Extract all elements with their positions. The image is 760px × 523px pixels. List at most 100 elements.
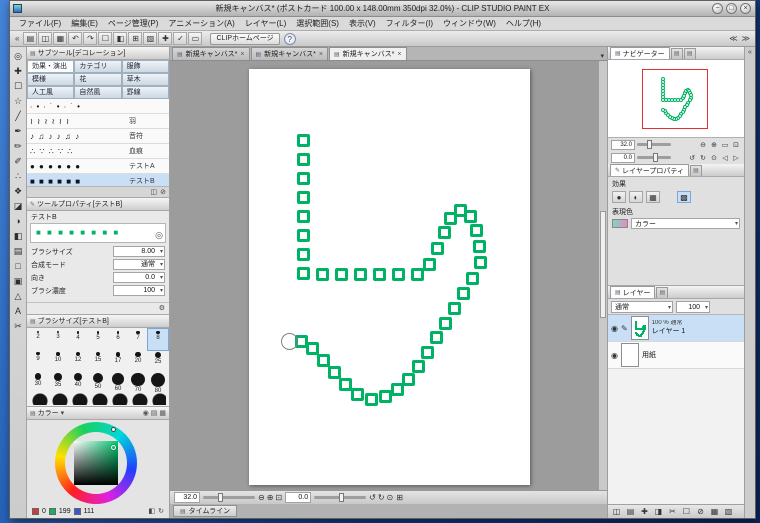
tab-stub[interactable]: ▤: [689, 165, 702, 176]
navigator-rotate-icon[interactable]: ↺: [687, 154, 697, 162]
brush-size-cell-35[interactable]: 35: [48, 371, 68, 392]
navigator-zoom-icon[interactable]: ▭: [720, 141, 730, 149]
canvas-viewport[interactable]: [170, 61, 607, 490]
frame-tool[interactable]: ▣: [11, 274, 26, 289]
category-tab[interactable]: 人工風: [27, 86, 75, 99]
menu-item[interactable]: ファイル(F): [14, 18, 66, 29]
tab-list-caret-icon[interactable]: ▾: [600, 52, 604, 60]
sv-marker[interactable]: [111, 445, 116, 450]
command-icon[interactable]: ▧: [143, 32, 158, 45]
navigator-rotate-icon[interactable]: ◁: [720, 154, 730, 162]
zoom-tool[interactable]: ◎: [11, 49, 26, 64]
brush-row[interactable]: ≀ ≀ ≀ ≀ ≀ ≀ 羽: [27, 114, 169, 129]
category-tab[interactable]: 罫線: [121, 86, 169, 99]
tab-navigator[interactable]: ▤ ナビゲーター: [610, 47, 670, 59]
brush-row-selected[interactable]: ■ ■ ■ ■ ■ ■ テストB: [27, 174, 169, 186]
zoom-button-icon[interactable]: ⊡: [275, 492, 282, 504]
navigator-rotation-value[interactable]: 0.0: [611, 152, 635, 163]
command-icon[interactable]: ◫: [38, 32, 53, 45]
caret-down-icon[interactable]: ▾: [160, 287, 163, 296]
brush-size-cell-50[interactable]: 50: [88, 371, 108, 392]
navigator-rotate-icon[interactable]: ↻: [698, 154, 708, 162]
brush-size-cell-9[interactable]: 9: [28, 350, 48, 371]
fill-tool[interactable]: ◧: [11, 229, 26, 244]
navigator-zoom-value[interactable]: 32.0: [611, 139, 635, 150]
brush-row[interactable]: ♪ ♫ ♪ ♪ ♫ ♪ 音符: [27, 129, 169, 144]
tab-close-icon[interactable]: ×: [397, 51, 401, 58]
command-icon[interactable]: ▦: [53, 32, 68, 45]
brush-size-cell-2[interactable]: 2: [28, 329, 48, 350]
color-header[interactable]: ▤ カラー ▾ ◉ ▤ ▦: [27, 407, 169, 420]
brush-size-cell-6[interactable]: 6: [108, 329, 128, 350]
tab-close-icon[interactable]: ×: [319, 51, 323, 58]
help-icon[interactable]: ?: [283, 32, 296, 45]
close-button[interactable]: ×: [740, 3, 751, 14]
import-icon[interactable]: ◫: [151, 188, 158, 197]
layer-action-icon[interactable]: ◫: [610, 506, 623, 518]
dock-collapse-left-icon[interactable]: ≪: [727, 34, 739, 43]
pen-tool[interactable]: ✒: [11, 124, 26, 139]
color-option-icon[interactable]: ◧: [149, 507, 156, 515]
rotate-button-icon[interactable]: ↺: [369, 492, 376, 504]
zoom-value[interactable]: 32.0: [174, 492, 200, 503]
color-option-icon[interactable]: ↻: [158, 507, 164, 515]
direction-value[interactable]: 0.0 ▾: [113, 272, 165, 283]
menu-item[interactable]: 表示(V): [344, 18, 381, 29]
settings-gear-icon[interactable]: ⚙: [159, 304, 165, 313]
command-icon[interactable]: ▭: [188, 32, 203, 45]
layer-opacity-field[interactable]: 100 ▾: [676, 300, 710, 313]
tab-layer[interactable]: ▤ レイヤー: [610, 286, 656, 298]
brush-size-cell-7[interactable]: 7: [128, 329, 148, 350]
layer-thumbnail[interactable]: [630, 316, 649, 340]
collapse-panels-icon[interactable]: «: [748, 49, 752, 56]
color-palette-tab-icon[interactable]: ◉: [143, 409, 149, 417]
brush-size-cell-10[interactable]: 10: [48, 350, 68, 371]
command-icon[interactable]: ☐: [98, 32, 113, 45]
effect-icon[interactable]: ◐: [629, 191, 643, 203]
navigator-zoom-icon[interactable]: ⊕: [709, 141, 719, 149]
zoom-button-icon[interactable]: ⊖: [258, 492, 265, 504]
slider-thumb[interactable]: [653, 153, 659, 162]
category-tab[interactable]: 花: [74, 73, 122, 86]
brush-size-cell-4[interactable]: 4: [68, 329, 88, 350]
navigator-zoom-icon[interactable]: ⊡: [731, 141, 741, 149]
slider-thumb[interactable]: [217, 493, 223, 502]
menu-item[interactable]: ウィンドウ(W): [438, 18, 501, 29]
category-tab[interactable]: 自然風: [74, 86, 122, 99]
caret-down-icon[interactable]: ▾: [160, 261, 163, 270]
navigator-zoom-slider[interactable]: [637, 140, 671, 149]
menu-item[interactable]: アニメーション(A): [163, 18, 239, 29]
clip-homepage-button[interactable]: CLIPホームページ: [210, 32, 280, 45]
layer-action-icon[interactable]: ▦: [708, 506, 721, 518]
caret-down-icon[interactable]: ▾: [735, 220, 738, 229]
document-tab[interactable]: ▤ 新規キャンバス* ×: [250, 47, 328, 60]
timeline-tab[interactable]: ▤ タイムライン: [173, 505, 238, 517]
layer-action-icon[interactable]: ✚: [638, 506, 651, 518]
brush-size-cell-70[interactable]: 70: [128, 371, 148, 393]
hue-marker[interactable]: [111, 427, 116, 432]
line-correction-tool[interactable]: ✂: [11, 319, 26, 334]
rotate-button-icon[interactable]: ⊙: [387, 492, 394, 504]
layer-action-icon[interactable]: ✂: [666, 506, 679, 518]
navigator-rotate-icon[interactable]: ⊙: [709, 154, 719, 162]
navigator-thumbnail[interactable]: [608, 60, 744, 138]
menu-item[interactable]: 選択範囲(S): [291, 18, 344, 29]
color-palette-tab-icon[interactable]: ▦: [159, 409, 166, 417]
minimize-button[interactable]: −: [712, 3, 723, 14]
rotate-button-icon[interactable]: ↻: [378, 492, 385, 504]
brush-row[interactable]: ∴ ∵ ∴ ∵ ∴ 血痕: [27, 144, 169, 159]
maximize-button[interactable]: □: [726, 3, 737, 14]
decoration-tool[interactable]: ❖: [11, 184, 26, 199]
zoom-slider[interactable]: [203, 493, 255, 502]
auto-select-tool[interactable]: ☆: [11, 94, 26, 109]
ruler-tool[interactable]: △: [11, 289, 26, 304]
layer-action-icon[interactable]: ◨: [652, 506, 665, 518]
gradient-tool[interactable]: ▤: [11, 244, 26, 259]
layer-action-icon[interactable]: ☐: [680, 506, 693, 518]
command-icon[interactable]: ✚: [158, 32, 173, 45]
brush-size-cell-12[interactable]: 12: [68, 350, 88, 371]
navigator-rotation-slider[interactable]: [637, 153, 671, 162]
brush-size-cell-15[interactable]: 15: [88, 350, 108, 371]
brush-size-value[interactable]: 8.00 ▾: [113, 246, 165, 257]
brush-size-cell-20[interactable]: 20: [128, 350, 148, 371]
